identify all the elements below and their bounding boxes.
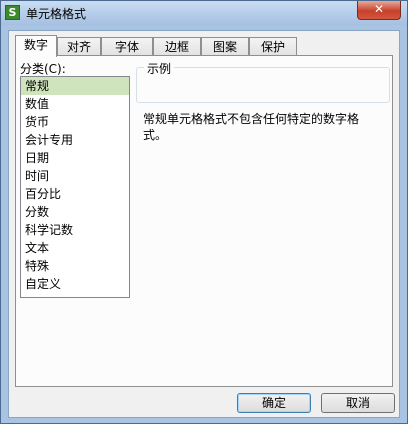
category-item-accounting[interactable]: 会计专用	[21, 131, 129, 149]
tab-number[interactable]: 数字	[15, 35, 57, 57]
sample-box	[136, 67, 390, 103]
tab-alignment[interactable]: 对齐	[57, 37, 101, 56]
sample-legend: 示例	[144, 60, 175, 77]
category-label: 分类(C):	[20, 62, 66, 76]
number-tab-panel: 分类(C): 常规 数值 货币 会计专用 日期 时间 百分比 分数 科学记数 文…	[15, 55, 393, 387]
category-item-fraction[interactable]: 分数	[21, 203, 129, 221]
category-item-scientific[interactable]: 科学记数	[21, 221, 129, 239]
category-item-custom[interactable]: 自定义	[21, 275, 129, 293]
category-item-time[interactable]: 时间	[21, 167, 129, 185]
window-title: 单元格格式	[26, 7, 87, 21]
category-item-general[interactable]: 常规	[21, 77, 129, 95]
category-item-currency[interactable]: 货币	[21, 113, 129, 131]
format-cells-dialog: S 单元格格式 ✕ 数字 对齐 字体 边框 图案 保护 分类(C): 常规 数值…	[0, 0, 408, 424]
cancel-button[interactable]: 取消	[321, 393, 395, 413]
category-item-percentage[interactable]: 百分比	[21, 185, 129, 203]
close-icon: ✕	[373, 2, 385, 16]
title-bar[interactable]: S 单元格格式 ✕	[1, 1, 407, 25]
ok-button[interactable]: 确定	[237, 393, 311, 413]
app-logo-icon: S	[5, 5, 20, 20]
category-item-special[interactable]: 特殊	[21, 257, 129, 275]
tab-pattern[interactable]: 图案	[201, 37, 249, 56]
category-item-date[interactable]: 日期	[21, 149, 129, 167]
tab-font[interactable]: 字体	[101, 37, 153, 56]
category-list[interactable]: 常规 数值 货币 会计专用 日期 时间 百分比 分数 科学记数 文本 特殊 自定…	[20, 76, 130, 298]
format-description: 常规单元格格式不包含任何特定的数字格式。	[143, 112, 360, 142]
category-item-number[interactable]: 数值	[21, 95, 129, 113]
dialog-body: 数字 对齐 字体 边框 图案 保护 分类(C): 常规 数值 货币 会计专用 日…	[8, 30, 400, 418]
tab-protection[interactable]: 保护	[249, 37, 297, 56]
close-button[interactable]: ✕	[357, 1, 401, 20]
tab-border[interactable]: 边框	[153, 37, 201, 56]
category-item-text[interactable]: 文本	[21, 239, 129, 257]
